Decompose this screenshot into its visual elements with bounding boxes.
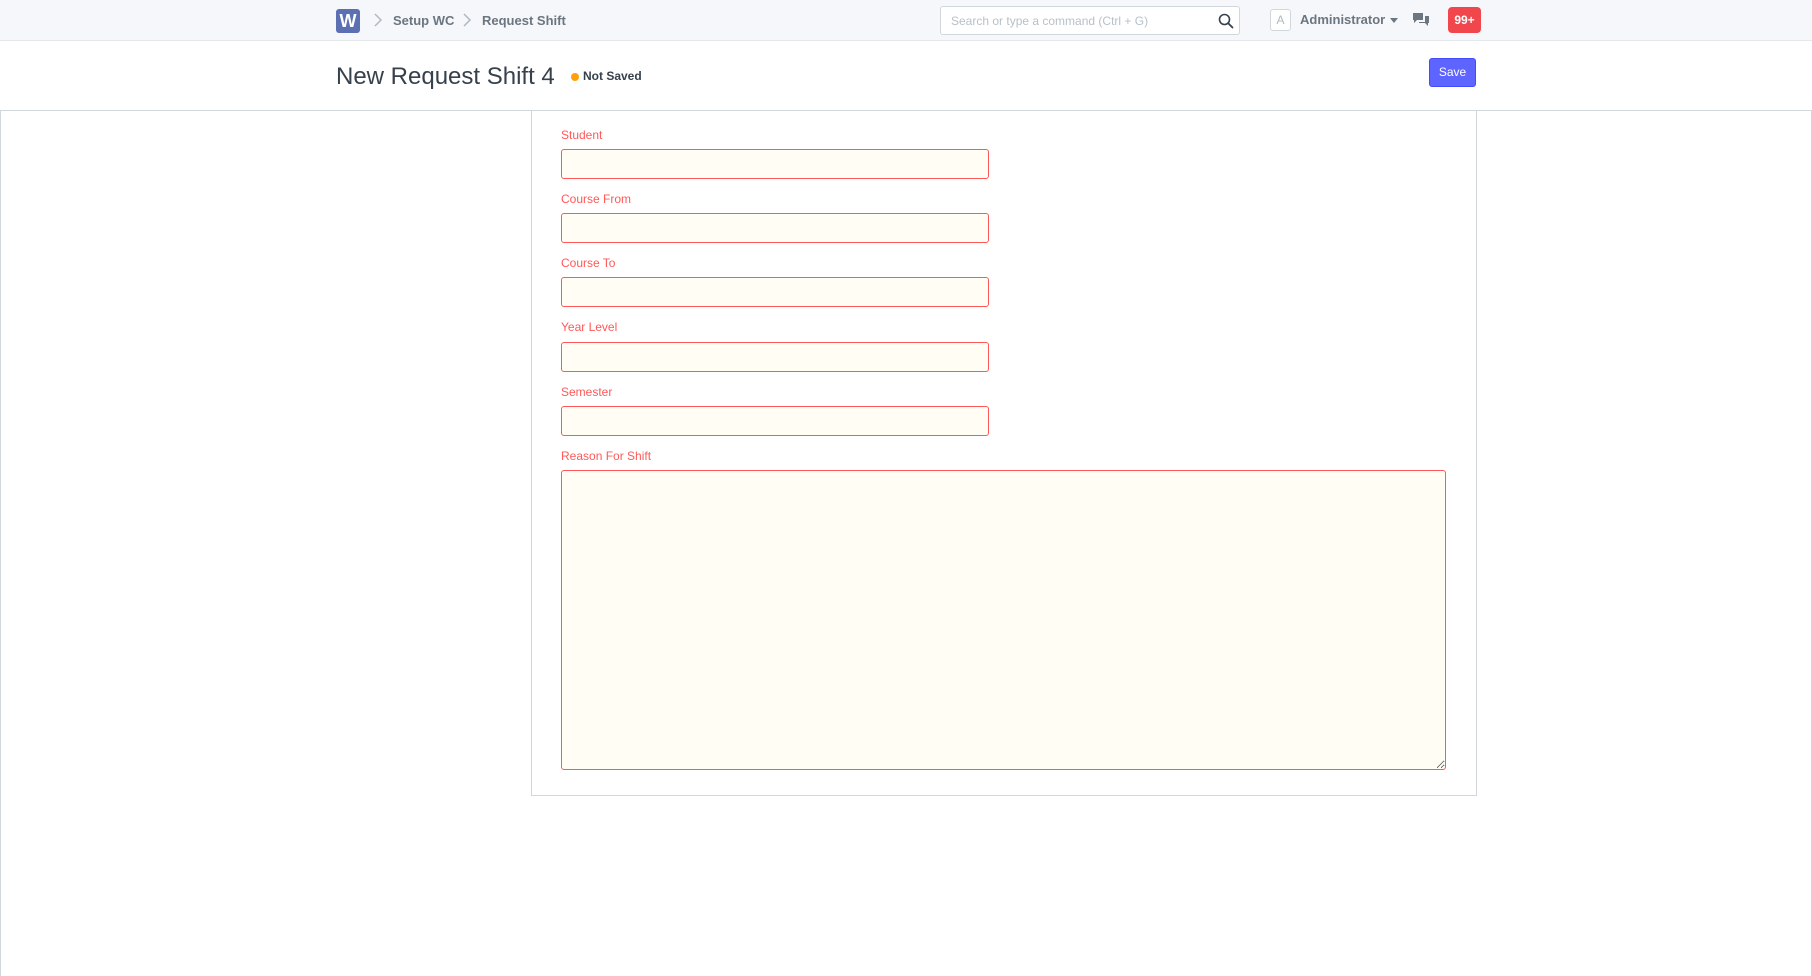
year-level-field[interactable] — [561, 342, 989, 372]
semester-label: Semester — [561, 385, 613, 399]
course-from-field[interactable] — [561, 213, 989, 243]
save-button[interactable]: Save — [1429, 58, 1476, 87]
status-badge: Not Saved — [583, 69, 642, 83]
navbar: W Setup WC Request Shift A Administrator… — [0, 0, 1812, 41]
status-indicator-dot — [571, 73, 579, 81]
page-title: New Request Shift 4 — [336, 63, 555, 90]
search-icon[interactable] — [1217, 12, 1235, 30]
course-to-field[interactable] — [561, 277, 989, 307]
breadcrumb-request-shift[interactable]: Request Shift — [482, 13, 566, 28]
caret-down-icon — [1390, 18, 1399, 24]
search-box — [940, 6, 1240, 35]
year-level-label: Year Level — [561, 320, 618, 334]
search-input[interactable] — [941, 7, 1211, 34]
reason-for-shift-label: Reason For Shift — [561, 449, 652, 463]
user-menu[interactable]: Administrator — [1300, 12, 1399, 27]
notification-badge[interactable]: 99+ — [1448, 7, 1481, 33]
chevron-right-icon — [374, 13, 383, 27]
student-label: Student — [561, 128, 603, 142]
reason-for-shift-textarea[interactable] — [561, 470, 1446, 770]
app-logo[interactable]: W — [336, 9, 360, 33]
student-field[interactable] — [561, 149, 989, 179]
course-from-label: Course From — [561, 192, 632, 206]
avatar[interactable]: A — [1270, 9, 1291, 31]
layout-border-left — [0, 111, 1, 976]
user-name: Administrator — [1300, 12, 1386, 27]
breadcrumb-setup-wc[interactable]: Setup WC — [393, 13, 454, 28]
chevron-right-icon — [463, 13, 472, 27]
semester-field[interactable] — [561, 406, 989, 436]
chat-icon[interactable] — [1411, 11, 1431, 29]
page-head: New Request Shift 4 Not Saved Save — [0, 41, 1812, 111]
course-to-label: Course To — [561, 256, 616, 270]
